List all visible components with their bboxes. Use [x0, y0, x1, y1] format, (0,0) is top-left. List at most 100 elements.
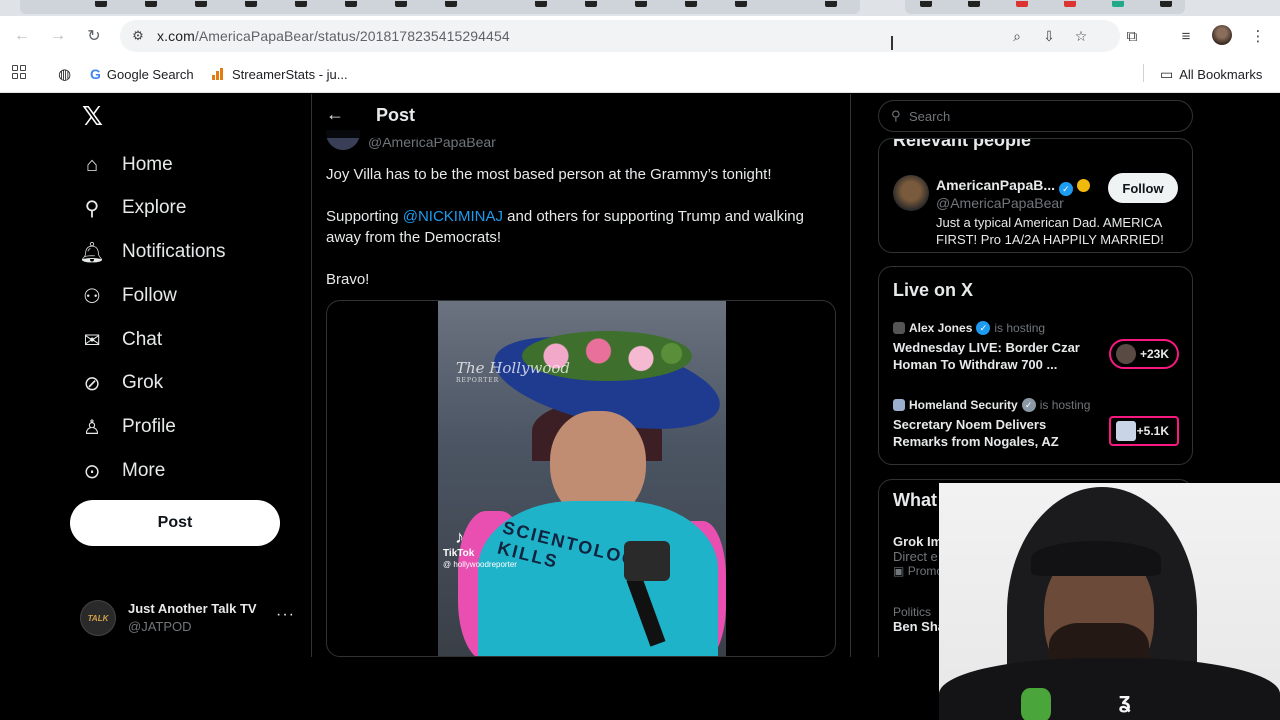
webcam-overlay: ʓ: [939, 483, 1280, 720]
post-button[interactable]: Post: [70, 500, 280, 546]
webcam-cap: [1031, 541, 1161, 576]
bookmark-star-icon[interactable]: ☆: [1071, 26, 1091, 46]
verified-badge-icon: ✓: [1058, 182, 1073, 196]
bookmark-google-search[interactable]: G Google Search: [90, 64, 194, 84]
nav-notifications[interactable]: 🔔︎ Notifications: [79, 237, 225, 267]
bar-chart-icon: [212, 68, 226, 80]
apps-grid-icon[interactable]: [12, 65, 26, 79]
gold-badge-icon: [1076, 179, 1090, 192]
tab-favicon-icon: [685, 1, 697, 7]
post-header: ← Post: [312, 94, 850, 138]
live-listeners-pill[interactable]: +23K: [1109, 339, 1179, 369]
relevant-person-name[interactable]: AmericanPapaB... ✓: [936, 177, 1090, 196]
avatar[interactable]: [893, 175, 929, 211]
site-settings-icon[interactable]: ⚙: [128, 26, 148, 46]
hoodie-logo-icon: ʓ: [1119, 688, 1131, 713]
relevant-person-handle[interactable]: @AmericaPapaBear: [936, 195, 1064, 211]
page-title: Post: [376, 105, 416, 125]
browser-tab-strip: [0, 0, 1280, 16]
nav-more[interactable]: ⊙ More: [80, 456, 166, 486]
post-body: Joy Villa has to be the most based perso…: [326, 164, 836, 311]
more-circle-icon: ⊙: [83, 460, 101, 483]
post-media[interactable]: SCIENTOLOGY KILLS The Hollywood REPORTER …: [326, 300, 836, 657]
post-text-prefix: Supporting: [326, 208, 403, 225]
live-on-x-card: Live on X Alex Jones ✓ is hosting Wednesda…: [878, 266, 1193, 465]
webcam-hand: [1021, 688, 1051, 720]
search-icon: ⚲: [891, 108, 901, 123]
post-column: @AmericaPapaBear ← Post Joy Villa has to…: [312, 94, 850, 657]
tab-favicon-icon: [1160, 1, 1172, 7]
tab-favicon-icon: [245, 1, 257, 7]
tiktok-watermark: ♪ TikTok @ hollywoodreporter: [443, 527, 517, 569]
tab-favicon-icon: [1112, 1, 1124, 7]
nav-grok[interactable]: ⊘ Grok: [80, 368, 164, 398]
post-text-line: Joy Villa has to be the most based perso…: [326, 166, 772, 183]
nav-explore[interactable]: ⚲ Explore: [80, 193, 187, 223]
nav-label: Chat: [122, 329, 163, 350]
zoom-icon[interactable]: ⌕: [1007, 26, 1027, 46]
all-bookmarks-label: All Bookmarks: [1179, 66, 1263, 82]
post-text-line: Bravo!: [326, 271, 370, 288]
globe-icon: ◍: [58, 66, 72, 83]
folder-icon: ▭: [1160, 65, 1174, 82]
address-bar[interactable]: ⚙ x.com/AmericaPapaBear/status/201817823…: [120, 20, 1120, 52]
google-icon: G: [90, 66, 101, 82]
host-avatar: [893, 322, 905, 334]
tab-favicon-icon: [295, 1, 307, 7]
tab-favicon-icon: [920, 1, 932, 7]
kebab-menu-icon[interactable]: ⋮: [1246, 24, 1270, 48]
nav-profile[interactable]: ♙ Profile: [80, 412, 176, 442]
mouse-cursor-icon: [891, 36, 893, 50]
all-bookmarks[interactable]: ▭ All Bookmarks: [1160, 64, 1262, 84]
nav-home[interactable]: ⌂ Home: [80, 150, 173, 180]
video-player[interactable]: SCIENTOLOGY KILLS The Hollywood REPORTER …: [438, 301, 726, 656]
nav-label: More: [122, 460, 166, 481]
post-text-line: Supporting @NICKIMINAJ and others for su…: [326, 206, 836, 248]
home-icon: ⌂: [85, 153, 99, 176]
nav-chat[interactable]: ✉ Chat: [80, 325, 163, 355]
forward-arrow-icon[interactable]: →: [46, 24, 70, 48]
hosting-label: is hosting: [1039, 398, 1091, 412]
nav-label: Profile: [122, 416, 176, 437]
back-arrow-icon[interactable]: ←: [326, 104, 346, 128]
grok-icon: ⊘: [83, 372, 101, 395]
host-avatar: [893, 399, 905, 411]
relevant-people-card: Relevant people AmericanPapaB... ✓ @Amer…: [878, 138, 1193, 253]
tab-search-icon[interactable]: ⧉: [1120, 24, 1144, 48]
install-app-icon[interactable]: ⇩: [1039, 26, 1059, 46]
media-controls-icon[interactable]: ≡: [1174, 24, 1198, 48]
profile-avatar-icon[interactable]: [1212, 25, 1232, 45]
url-text[interactable]: x.com/AmericaPapaBear/status/20181782354…: [157, 28, 510, 44]
url-path: /AmericaPapaBear/status/2018178235415294…: [194, 28, 510, 44]
bookmark-globe[interactable]: ◍: [58, 64, 71, 84]
live-listeners-pill[interactable]: +5.1K: [1109, 416, 1179, 446]
browser-tab[interactable]: [905, 0, 1185, 14]
bookmark-streamerstats[interactable]: StreamerStats - ju...: [212, 64, 348, 84]
watermark-sub: REPORTER: [456, 377, 500, 384]
tab-favicon-icon: [195, 1, 207, 7]
reload-icon[interactable]: ↻: [82, 24, 106, 48]
search-input[interactable]: ⚲ Search: [878, 100, 1193, 132]
account-switcher[interactable]: TALK Just Another Talk TV @JATPOD ···: [80, 594, 295, 642]
mention-link[interactable]: @NICKIMINAJ: [403, 208, 503, 225]
nav-label: Grok: [122, 372, 164, 393]
follow-button[interactable]: Follow: [1108, 173, 1178, 203]
tiktok-icon: ♪: [455, 527, 464, 547]
live-item[interactable]: Homeland Security ✓ is hosting Secretary N…: [893, 398, 1183, 454]
account-handle: @JATPOD: [128, 619, 192, 634]
account-name: Just Another Talk TV: [128, 601, 257, 616]
x-logo-icon[interactable]: 𝕏: [82, 103, 106, 129]
nav-follow[interactable]: ⚇ Follow: [80, 281, 177, 311]
live-host: Homeland Security ✓ is hosting: [893, 398, 1090, 412]
nav-label: Explore: [122, 197, 187, 218]
more-dots-icon[interactable]: ···: [276, 606, 295, 624]
verified-badge-icon: ✓: [976, 321, 991, 335]
bottom-letterbox: [0, 657, 939, 720]
back-arrow-icon[interactable]: ←: [10, 24, 34, 48]
tab-favicon-icon: [968, 1, 980, 7]
url-host: x.com: [157, 28, 195, 44]
live-item[interactable]: Alex Jones ✓ is hosting Wednesday LIVE: Bo…: [893, 321, 1183, 377]
tab-favicon-icon: [635, 1, 647, 7]
card-title: Relevant people: [893, 138, 1032, 150]
tab-favicon-icon: [585, 1, 597, 7]
